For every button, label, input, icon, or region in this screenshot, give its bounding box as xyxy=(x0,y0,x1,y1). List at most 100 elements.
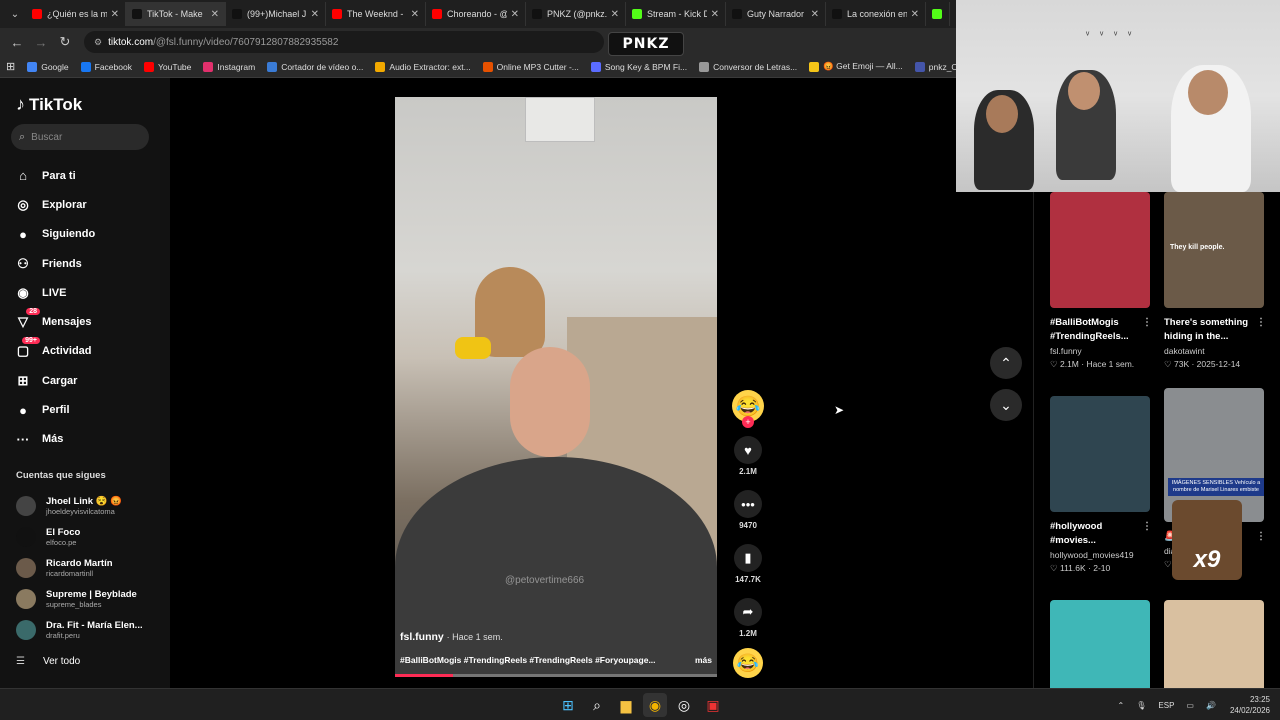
more-options-icon[interactable]: ⋮ xyxy=(1256,316,1266,330)
clock[interactable]: 23:25 24/02/2026 xyxy=(1230,694,1270,716)
music-disc-icon[interactable]: 😂 xyxy=(733,648,763,678)
forward-icon[interactable]: → xyxy=(30,31,52,53)
browser-tab[interactable]: Stream - Kick D ✕ xyxy=(626,2,726,26)
related-video-author[interactable]: fsl.funny xyxy=(1050,346,1154,356)
comment-button[interactable]: ••• 9470 xyxy=(732,490,764,530)
related-video-author[interactable]: dakotawint xyxy=(1164,346,1268,356)
tab-close-icon[interactable]: ✕ xyxy=(311,9,319,20)
sidebar-item-perfil[interactable]: ● Perfil xyxy=(14,395,95,424)
bookmark-item[interactable]: Song Key & BPM Fi... xyxy=(590,61,687,72)
browser-tab[interactable] xyxy=(926,2,950,26)
bookmark-item[interactable]: 😡 Get Emoji — All... xyxy=(809,61,903,72)
sidebar-item-mensajes[interactable]: ▽ 28 Mensajes xyxy=(14,307,95,336)
video-hashtags[interactable]: #BalliBotMogis #TrendingReels #TrendingR… xyxy=(400,655,656,665)
follow-plus-icon[interactable]: + xyxy=(742,416,754,428)
video-thumbnail[interactable] xyxy=(1050,396,1150,512)
previous-video-button[interactable]: ⌃ xyxy=(990,347,1022,379)
following-account[interactable]: Ricardo Martín ricardomartinll xyxy=(16,552,143,583)
related-video-card[interactable] xyxy=(1164,600,1268,688)
tab-close-icon[interactable]: ✕ xyxy=(411,9,419,20)
video-thumbnail[interactable] xyxy=(1050,192,1150,308)
browser-tab[interactable]: ¿Quién es la m ✕ xyxy=(26,2,126,26)
like-button[interactable]: ♥ 2.1M xyxy=(732,436,764,476)
sidebar-item-para-ti[interactable]: ⌂ Para ti xyxy=(14,161,95,190)
video-author-name[interactable]: fsl.funny xyxy=(400,631,444,643)
back-icon[interactable]: ← xyxy=(6,31,28,53)
app-icon[interactable]: ▣ xyxy=(701,693,725,717)
sidebar-item-siguiendo[interactable]: ● Siguiendo xyxy=(14,220,95,249)
tab-close-icon[interactable]: ✕ xyxy=(911,9,919,20)
more-options-icon[interactable]: ⋮ xyxy=(1256,530,1266,544)
save-button[interactable]: ▮ 147.7K xyxy=(732,544,764,584)
following-account[interactable]: Supreme | Beyblade supreme_blades xyxy=(16,583,143,614)
microphone-icon[interactable]: 🎙 xyxy=(1136,701,1146,710)
tab-close-icon[interactable]: ✕ xyxy=(611,9,619,20)
following-account[interactable]: El Foco elfoco.pe xyxy=(16,521,143,552)
sidebar-item-actividad[interactable]: ▢ 99+ Actividad xyxy=(14,337,95,366)
more-options-icon[interactable]: ⋮ xyxy=(1142,520,1152,534)
video-progress[interactable] xyxy=(395,674,717,677)
video-player[interactable]: @petovertime666 fsl.funny · Hace 1 sem. … xyxy=(395,97,717,677)
related-video-card[interactable]: They kill people. There's something hidin… xyxy=(1164,192,1268,370)
bookmark-item[interactable]: Audio Extractor: ext... xyxy=(375,61,471,72)
apps-grid-icon[interactable]: ⊞ xyxy=(6,60,15,73)
tray-chevron-icon[interactable]: ⌃ xyxy=(1118,701,1125,710)
tab-search-icon[interactable]: ⌄ xyxy=(4,3,26,25)
sidebar-item-explorar[interactable]: ◎ Explorar xyxy=(14,190,95,219)
creator-avatar[interactable]: 😂 + xyxy=(732,390,764,428)
bookmark-item[interactable]: YouTube xyxy=(143,61,191,72)
tab-close-icon[interactable]: ✕ xyxy=(211,9,219,20)
see-all-link[interactable]: ☰ Ver todo xyxy=(16,648,143,674)
video-thumbnail[interactable] xyxy=(1050,600,1150,688)
network-icon[interactable]: ▭ xyxy=(1186,701,1194,710)
browser-tab[interactable]: La conexión en ✕ xyxy=(826,2,926,26)
share-button[interactable]: ➦ 1.2M xyxy=(732,598,764,638)
browser-tab[interactable]: The Weeknd - ✕ xyxy=(326,2,426,26)
search-input[interactable]: ⌕ Buscar xyxy=(11,124,149,150)
file-explorer-icon[interactable]: ▆ xyxy=(614,693,638,717)
browser-tab[interactable]: Choreando - @ ✕ xyxy=(426,2,526,26)
bookmark-item[interactable]: Instagram xyxy=(203,61,255,72)
browser-tab[interactable]: (99+)Michael J ✕ xyxy=(226,2,326,26)
tab-close-icon[interactable]: ✕ xyxy=(511,9,519,20)
tab-close-icon[interactable]: ✕ xyxy=(811,9,819,20)
bookmark-item[interactable]: Online MP3 Cutter -... xyxy=(482,61,579,72)
video-more-link[interactable]: más xyxy=(695,655,712,665)
taskbar-search-icon[interactable]: ⌕ xyxy=(585,693,609,717)
related-video-card[interactable]: #BalliBotMogis #TrendingReels... ⋮ fsl.fun… xyxy=(1050,192,1154,370)
sidebar-item-cargar[interactable]: ⊞ Cargar xyxy=(14,366,95,395)
next-video-button[interactable]: ⌄ xyxy=(990,389,1022,421)
video-thumbnail[interactable]: They kill people. xyxy=(1164,192,1264,308)
tab-close-icon[interactable]: ✕ xyxy=(111,9,119,20)
video-thumbnail[interactable] xyxy=(1164,600,1264,688)
browser-tab[interactable]: TikTok - Make ✕ xyxy=(126,2,226,26)
sidebar-item-friends[interactable]: ⚇ Friends xyxy=(14,249,95,278)
volume-icon[interactable]: 🔊 xyxy=(1206,701,1216,710)
bookmark-item[interactable]: Facebook xyxy=(80,61,132,72)
related-video-title[interactable]: #BalliBotMogis #TrendingReels... ⋮ xyxy=(1050,316,1152,344)
related-video-author[interactable]: hollywood_movies419 xyxy=(1050,550,1154,560)
following-account[interactable]: Jhoel Link 😵 😡 jhoeldeyvisvilcatoma xyxy=(16,490,143,521)
related-video-title[interactable]: There's something hiding in the... ⋮ xyxy=(1164,316,1266,344)
tiktok-logo[interactable]: ♪ TikTok xyxy=(16,94,82,115)
language-indicator[interactable]: ESP xyxy=(1158,701,1174,710)
video-author[interactable]: fsl.funny · Hace 1 sem. xyxy=(400,631,503,643)
browser-tab[interactable]: PNKZ (@pnkz. ✕ xyxy=(526,2,626,26)
site-info-icon[interactable]: ⚙ xyxy=(94,37,102,48)
related-video-title[interactable]: #hollywood #movies... ⋮ xyxy=(1050,520,1152,548)
browser-tab[interactable]: Guty Narrador ✕ xyxy=(726,2,826,26)
obs-icon[interactable]: ◎ xyxy=(672,693,696,717)
following-account[interactable]: Dra. Fit - María Elen... drafit.peru xyxy=(16,614,143,645)
bookmark-item[interactable]: Conversor de Letras... xyxy=(699,61,797,72)
sidebar-item-más[interactable]: ··· Más xyxy=(14,425,95,454)
address-bar[interactable]: ⚙ tiktok.com/@fsl.funny/video/7607912807… xyxy=(84,31,604,53)
sidebar-item-live[interactable]: ◉ LIVE xyxy=(14,278,95,307)
windows-start-icon[interactable]: ⊞ xyxy=(556,693,580,717)
bookmark-item[interactable]: Cortador de vídeo o... xyxy=(267,61,363,72)
bookmark-item[interactable]: pnkz_Oficial - Tri xyxy=(914,61,956,72)
tab-close-icon[interactable]: ✕ xyxy=(711,9,719,20)
related-video-card[interactable] xyxy=(1050,600,1154,688)
bookmark-item[interactable]: Google xyxy=(27,61,69,72)
chrome-icon[interactable]: ◉ xyxy=(643,693,667,717)
related-video-card[interactable]: #hollywood #movies... ⋮ hollywood_movies41… xyxy=(1050,396,1154,574)
